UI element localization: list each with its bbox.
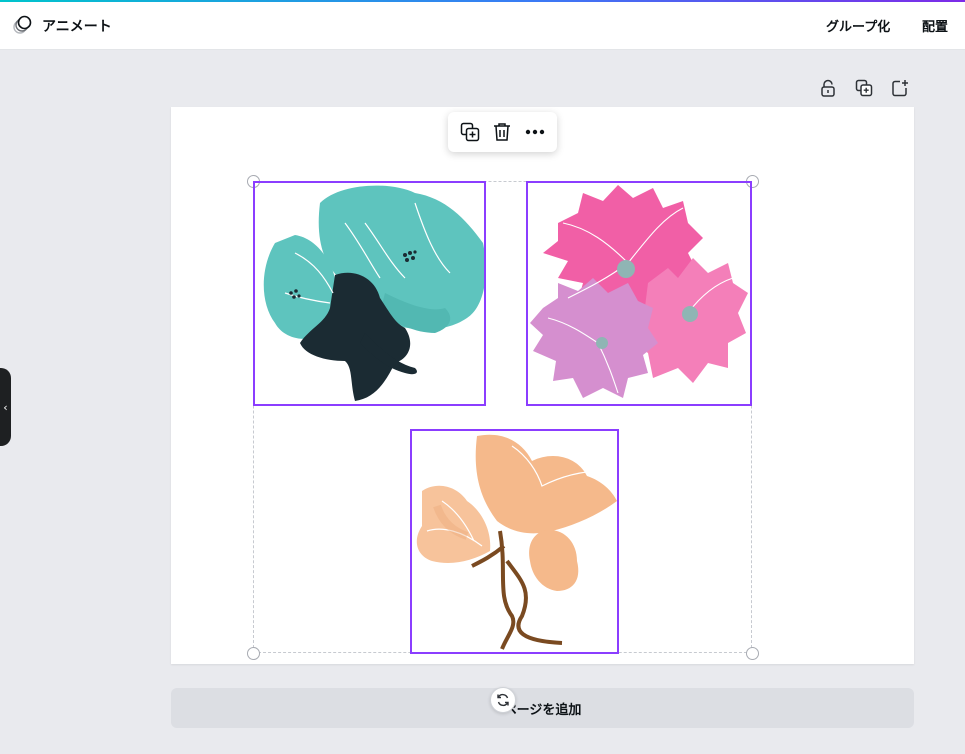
pink-flower-graphic[interactable]: [526, 181, 752, 406]
animate-button[interactable]: アニメート: [12, 14, 112, 38]
duplicate-icon[interactable]: [457, 119, 483, 145]
animate-icon: [12, 13, 34, 39]
lock-icon[interactable]: [818, 78, 838, 98]
duplicate-page-icon[interactable]: [854, 78, 874, 98]
element-toolbar: [448, 112, 557, 152]
more-icon[interactable]: [522, 119, 548, 145]
trash-icon[interactable]: [489, 119, 515, 145]
side-panel-toggle[interactable]: ‹: [0, 368, 11, 446]
resize-handle-bottom-left[interactable]: [247, 647, 260, 660]
chevron-left-icon: ‹: [3, 400, 8, 414]
add-page-button[interactable]: ページを追加: [171, 688, 914, 728]
page-tools: [818, 78, 910, 98]
peach-flower-graphic[interactable]: [410, 429, 619, 654]
animate-label: アニメート: [42, 19, 112, 35]
resize-handle-bottom-right[interactable]: [746, 647, 759, 660]
editor-header: アニメート グループ化 配置: [0, 2, 965, 50]
add-page-icon[interactable]: [890, 78, 910, 98]
rotate-icon[interactable]: [490, 687, 516, 713]
group-button[interactable]: グループ化: [826, 16, 890, 35]
teal-flower-graphic[interactable]: [253, 181, 486, 406]
arrange-button[interactable]: 配置: [922, 16, 948, 35]
